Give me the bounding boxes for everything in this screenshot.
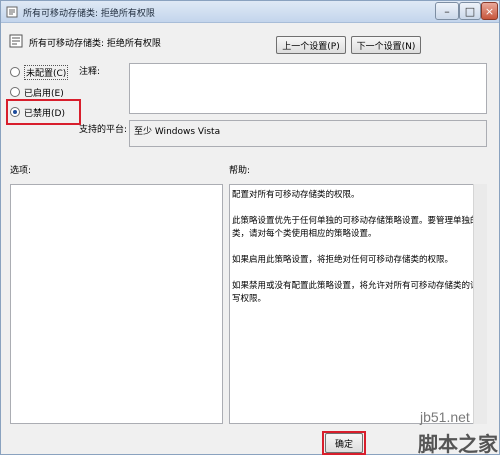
watermark: jb51.net 脚本之家 xyxy=(396,409,500,455)
policy-dialog: 所有可移动存储类: 拒绝所有权限 – □ × 所有可移动存储类: 拒绝所有权限 … xyxy=(0,0,500,455)
title-bar[interactable]: 所有可移动存储类: 拒绝所有权限 – □ × xyxy=(1,1,499,23)
minimize-icon: – xyxy=(444,4,450,18)
highlight-box xyxy=(322,431,366,455)
highlight-box xyxy=(6,99,81,125)
next-setting-button[interactable]: 下一个设置(N) xyxy=(351,36,421,54)
help-label: 帮助: xyxy=(229,166,251,176)
comment-textarea[interactable] xyxy=(129,63,487,114)
help-paragraph: 此策略设置优先于任何单独的可移动存储策略设置。要管理单独的类，请对每个类使用相应… xyxy=(232,216,479,239)
policy-icon xyxy=(6,6,18,18)
platform-field: 至少 Windows Vista xyxy=(129,120,487,147)
radio-indicator xyxy=(10,87,20,97)
policy-name: 所有可移动存储类: 拒绝所有权限 xyxy=(29,39,161,49)
close-button[interactable]: × xyxy=(481,2,498,20)
radio-indicator xyxy=(10,67,20,77)
help-paragraph: 如果启用此策略设置，将拒绝对任何可移动存储类的权限。 xyxy=(232,255,454,265)
radio-enabled[interactable]: 已启用(E) xyxy=(10,85,64,99)
help-panel: 配置对所有可移动存储类的权限。 此策略设置优先于任何单独的可移动存储策略设置。要… xyxy=(229,184,487,424)
radio-label: 未配置(C) xyxy=(24,64,69,80)
help-paragraph: 配置对所有可移动存储类的权限。 xyxy=(232,190,360,200)
radio-label: 已启用(E) xyxy=(24,88,64,99)
options-label: 选项: xyxy=(10,166,32,176)
close-icon: × xyxy=(484,4,495,18)
previous-setting-button[interactable]: 上一个设置(P) xyxy=(276,36,346,54)
policy-icon xyxy=(9,34,23,48)
minimize-button[interactable]: – xyxy=(435,2,459,20)
watermark-name: 脚本之家 xyxy=(418,432,498,455)
comment-label: 注释: xyxy=(79,67,101,77)
help-scrollbar[interactable] xyxy=(473,184,487,424)
options-panel xyxy=(10,184,223,424)
window-title: 所有可移动存储类: 拒绝所有权限 xyxy=(23,9,155,19)
watermark-url: jb51.net xyxy=(420,409,470,425)
radio-not-configured[interactable]: 未配置(C) xyxy=(10,64,69,80)
platform-label: 支持的平台: xyxy=(79,125,128,135)
maximize-button[interactable]: □ xyxy=(459,2,481,20)
maximize-icon: □ xyxy=(464,4,476,18)
help-paragraph: 如果禁用或没有配置此策略设置，将允许对所有可移动存储类的读写权限。 xyxy=(232,281,479,304)
